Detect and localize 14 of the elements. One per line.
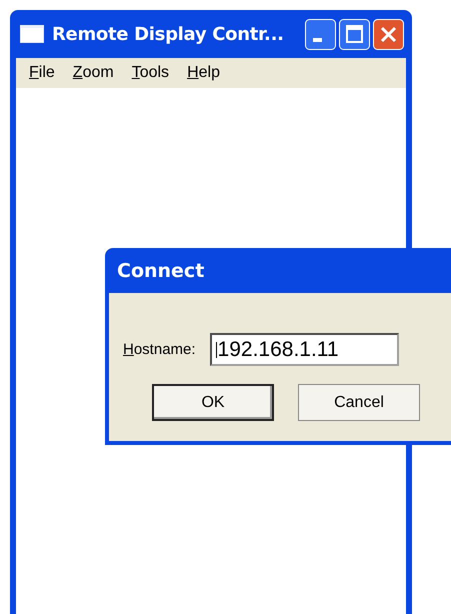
ok-button[interactable]: OK [152,384,274,421]
window-icon [20,25,44,43]
hostname-field[interactable]: 192.168.1.11 [210,333,399,366]
menu-item[interactable]: File [20,64,64,82]
window-title: Remote Display Contr... [52,24,284,44]
maximize-button[interactable] [339,18,370,50]
dialog-title: Connect [117,260,204,282]
field-label: Hostname: [123,341,196,358]
cancel-button[interactable]: Cancel [298,384,420,421]
menu-item[interactable]: Tools [122,64,178,82]
menu-item[interactable]: Help [178,64,229,82]
menu-item[interactable]: Zoom [64,64,123,82]
close-button[interactable] [373,18,404,50]
minimize-button[interactable] [305,18,336,50]
